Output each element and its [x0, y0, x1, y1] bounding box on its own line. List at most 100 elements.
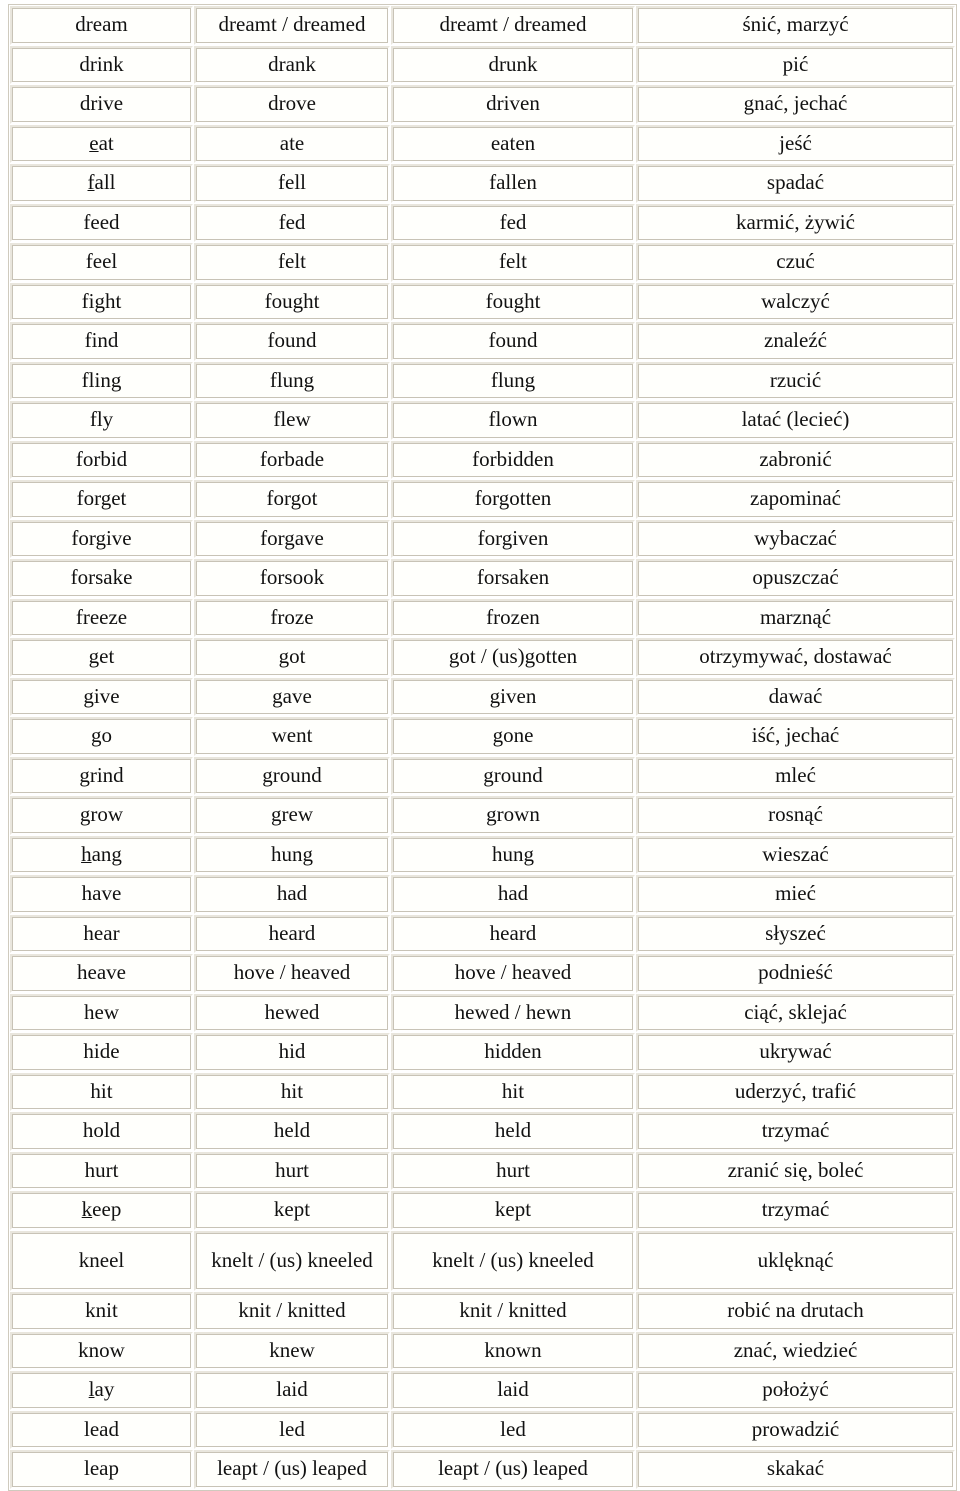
cell-infinitive: grind	[10, 756, 193, 796]
cell-past-simple: knit / knitted	[194, 1291, 390, 1331]
cell-past-simple: hit	[194, 1072, 390, 1112]
cell-past-participle: dreamt / dreamed	[391, 6, 635, 45]
cell-polish-meaning: zranić się, boleć	[636, 1151, 955, 1191]
cell-infinitive: fight	[10, 282, 193, 322]
cell-infinitive: dream	[10, 6, 193, 45]
cell-past-simple: grew	[194, 796, 390, 835]
cell-polish-meaning: rzucić	[636, 361, 955, 401]
cell-polish-meaning: prowadzić	[636, 1410, 955, 1450]
cell-past-simple: held	[194, 1112, 390, 1151]
cell-polish-meaning: opuszczać	[636, 559, 955, 598]
cell-past-simple: drove	[194, 85, 390, 124]
cell-past-participle: forbidden	[391, 440, 635, 480]
table-row: fling flung flung rzucić	[10, 361, 955, 401]
cell-past-participle: had	[391, 875, 635, 914]
cell-past-participle: given	[391, 677, 635, 717]
table-row: knit knit / knitted knit / knitted robić na…	[10, 1291, 955, 1331]
cell-past-participle: drunk	[391, 45, 635, 85]
table-row: eat ate eaten jeść	[10, 124, 955, 164]
cell-past-participle: got / (us)gotten	[391, 638, 635, 677]
cell-polish-meaning: uklęknąć	[636, 1230, 955, 1291]
cell-infinitive: drive	[10, 85, 193, 124]
cell-infinitive: hurt	[10, 1151, 193, 1191]
underlined-initial: f	[87, 170, 95, 195]
cell-past-participle: laid	[391, 1371, 635, 1410]
cell-past-participle: felt	[391, 243, 635, 282]
cell-past-simple: ground	[194, 756, 390, 796]
table-row: get got got / (us)gotten otrzymywać, dostaw…	[10, 638, 955, 677]
cell-polish-meaning: mieć	[636, 875, 955, 914]
cell-infinitive: forget	[10, 480, 193, 519]
cell-past-simple: hurt	[194, 1151, 390, 1191]
cell-polish-meaning: położyć	[636, 1371, 955, 1410]
cell-past-simple: led	[194, 1410, 390, 1450]
table-row: hide hid hidden ukrywać	[10, 1033, 955, 1072]
table-row: forbid forbade forbidden zabronić	[10, 440, 955, 480]
cell-polish-meaning: zabronić	[636, 440, 955, 480]
cell-infinitive: have	[10, 875, 193, 914]
cell-past-participle: hove / heaved	[391, 954, 635, 993]
cell-past-participle: eaten	[391, 124, 635, 164]
cell-infinitive: go	[10, 717, 193, 756]
cell-infinitive: freeze	[10, 598, 193, 638]
cell-infinitive: lay	[10, 1371, 193, 1410]
cell-polish-meaning: iść, jechać	[636, 717, 955, 756]
cell-infinitive: hide	[10, 1033, 193, 1072]
table-row: give gave given dawać	[10, 677, 955, 717]
cell-infinitive: give	[10, 677, 193, 717]
table-row: lay laid laid położyć	[10, 1371, 955, 1410]
cell-past-participle: known	[391, 1331, 635, 1371]
cell-polish-meaning: uderzyć, trafić	[636, 1072, 955, 1112]
irregular-verbs-table: dream dreamt / dreamed dreamt / dreamed śni…	[8, 4, 957, 1491]
cell-past-participle: gone	[391, 717, 635, 756]
cell-past-simple: hove / heaved	[194, 954, 390, 993]
table-row: leap leapt / (us) leaped leapt / (us) leap…	[10, 1450, 955, 1489]
cell-infinitive: eat	[10, 124, 193, 164]
cell-infinitive: knit	[10, 1291, 193, 1331]
verb-table-body: dream dreamt / dreamed dreamt / dreamed śni…	[10, 6, 955, 1489]
cell-infinitive: know	[10, 1331, 193, 1371]
cell-infinitive: lead	[10, 1410, 193, 1450]
cell-polish-meaning: śnić, marzyć	[636, 6, 955, 45]
cell-infinitive: fall	[10, 164, 193, 203]
cell-polish-meaning: spadać	[636, 164, 955, 203]
cell-past-simple: got	[194, 638, 390, 677]
cell-polish-meaning: mleć	[636, 756, 955, 796]
cell-past-participle: driven	[391, 85, 635, 124]
underlined-initial: e	[89, 130, 99, 155]
cell-past-simple: leapt / (us) leaped	[194, 1450, 390, 1489]
cell-polish-meaning: wieszać	[636, 835, 955, 875]
cell-polish-meaning: jeść	[636, 124, 955, 164]
cell-past-participle: flown	[391, 401, 635, 440]
cell-polish-meaning: trzymać	[636, 1191, 955, 1230]
cell-polish-meaning: latać (lecieć)	[636, 401, 955, 440]
table-row: kneel knelt / (us) kneeled knelt / (us) kn…	[10, 1230, 955, 1291]
cell-polish-meaning: znaleźć	[636, 322, 955, 361]
cell-polish-meaning: podnieść	[636, 954, 955, 993]
table-row: forgive forgave forgiven wybaczać	[10, 519, 955, 559]
table-row: hang hung hung wieszać	[10, 835, 955, 875]
cell-polish-meaning: wybaczać	[636, 519, 955, 559]
cell-infinitive: forsake	[10, 559, 193, 598]
cell-past-participle: found	[391, 322, 635, 361]
cell-past-simple: heard	[194, 914, 390, 954]
cell-past-simple: hewed	[194, 993, 390, 1033]
table-row: forget forgot forgotten zapominać	[10, 480, 955, 519]
cell-polish-meaning: rosnąć	[636, 796, 955, 835]
cell-infinitive: find	[10, 322, 193, 361]
cell-past-simple: flung	[194, 361, 390, 401]
cell-infinitive: kneel	[10, 1230, 193, 1291]
cell-past-simple: forsook	[194, 559, 390, 598]
cell-polish-meaning: znać, wiedzieć	[636, 1331, 955, 1371]
cell-past-participle: leapt / (us) leaped	[391, 1450, 635, 1489]
cell-polish-meaning: otrzymywać, dostawać	[636, 638, 955, 677]
table-row: go went gone iść, jechać	[10, 717, 955, 756]
table-row: feed fed fed karmić, żywić	[10, 203, 955, 243]
cell-polish-meaning: dawać	[636, 677, 955, 717]
cell-past-simple: dreamt / dreamed	[194, 6, 390, 45]
cell-past-participle: forgiven	[391, 519, 635, 559]
cell-past-participle: grown	[391, 796, 635, 835]
cell-polish-meaning: trzymać	[636, 1112, 955, 1151]
cell-past-participle: flung	[391, 361, 635, 401]
table-row: heave hove / heaved hove / heaved podnieść	[10, 954, 955, 993]
